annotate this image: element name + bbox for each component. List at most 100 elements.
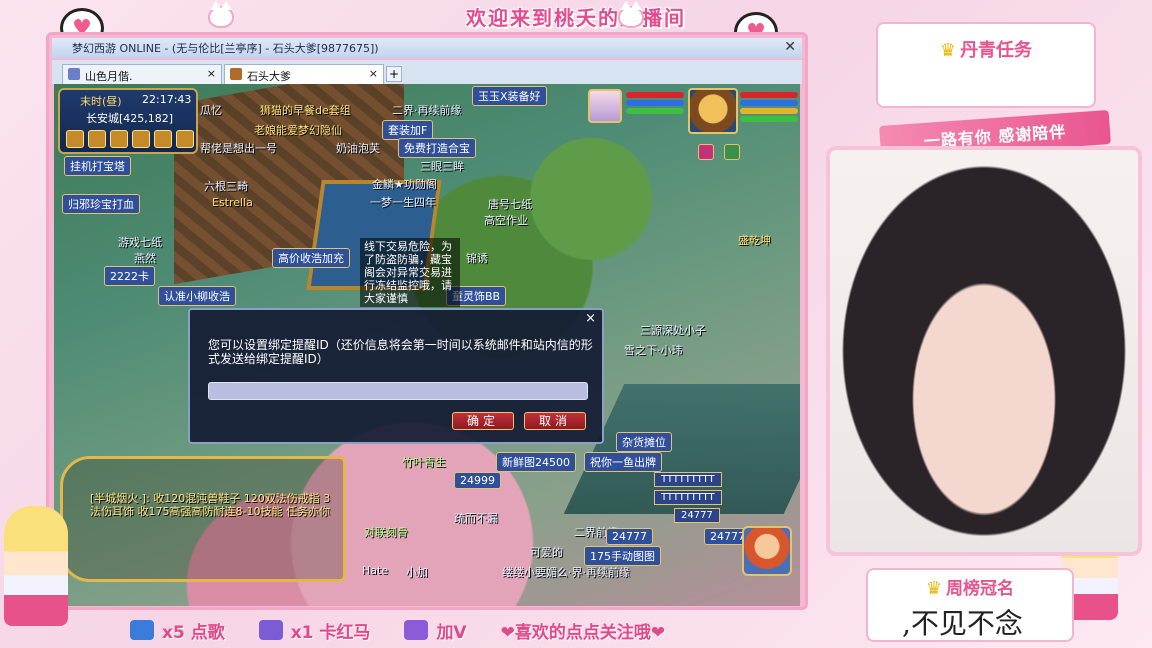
stall-sign[interactable]: 175手动图图 xyxy=(584,546,661,566)
hp-bar xyxy=(740,92,798,98)
stall-sign[interactable]: 高价收浩加充 xyxy=(272,248,350,268)
stall-sign[interactable]: 新鲜图24500 xyxy=(496,452,576,472)
stall-sign[interactable]: 杂货摊位 xyxy=(616,432,672,452)
player-label[interactable]: 唐号七纸 xyxy=(488,196,532,212)
player-label[interactable]: 疏而不漏 xyxy=(454,510,498,526)
player-label[interactable]: 雪之下·小玮 xyxy=(624,342,683,358)
stall-sign[interactable]: 挂机打宝塔 xyxy=(64,156,131,176)
task-box: ♛ 丹青任务 xyxy=(876,22,1096,108)
player-label[interactable]: 对联刻骨 xyxy=(364,524,408,540)
player-label[interactable]: 高空作业 xyxy=(484,212,528,228)
player-label[interactable]: Hate xyxy=(362,564,388,577)
npc-portrait[interactable] xyxy=(742,526,792,576)
cancel-button[interactable]: 取消 xyxy=(524,412,586,430)
player-label[interactable]: 三源深处小子 xyxy=(640,322,706,338)
buff-icon[interactable] xyxy=(724,144,740,160)
bag-icon[interactable] xyxy=(88,130,106,148)
gift-icon[interactable] xyxy=(176,130,194,148)
cat-deco-icon xyxy=(618,1,644,28)
player-label[interactable]: 缕缕小要媚么·界·再续前缘 xyxy=(502,564,630,580)
rank-title-text: 周榜冠名 xyxy=(946,579,1015,599)
player-label[interactable]: 竹叶青生 xyxy=(402,454,446,470)
stall-sign[interactable]: 认准小柳收浩 xyxy=(158,286,236,306)
stall-sign[interactable]: 24777 xyxy=(674,508,720,523)
player-label[interactable]: 瓜忆 xyxy=(200,102,222,118)
stall-sign[interactable]: 免费打造合宝 xyxy=(398,138,476,158)
stall-sign[interactable]: 24777 xyxy=(606,528,653,545)
player-label[interactable]: 小加 xyxy=(406,564,428,580)
player-label[interactable]: 帮佬是想出一号 xyxy=(200,140,277,156)
tab-label: 山色月偕. xyxy=(85,70,133,83)
pet-avatar[interactable] xyxy=(588,89,622,123)
player-label[interactable]: 锦诱 xyxy=(466,250,488,266)
player-label[interactable]: 奶油泡芙 xyxy=(336,140,380,156)
mail-icon[interactable] xyxy=(110,130,128,148)
tab-avatar-icon xyxy=(230,68,242,80)
stall-sign[interactable]: 2222卡 xyxy=(104,266,155,286)
add-tab-button[interactable]: + xyxy=(386,66,402,82)
tab-close-icon[interactable]: × xyxy=(369,67,378,80)
buff-icon[interactable] xyxy=(698,144,714,160)
reminder-id-input[interactable] xyxy=(208,382,588,400)
follow-label: ❤喜欢的点点关注哦❤ xyxy=(500,622,666,643)
minimap-panel[interactable]: 末时(昼) 22:17:43 长安城[425,182] xyxy=(58,88,198,154)
rocket-icon xyxy=(258,620,283,640)
minimap-toolbar xyxy=(66,130,194,148)
card-label: x1 卡红马 xyxy=(290,622,371,643)
follow-item: ❤喜欢的点点关注哦❤ xyxy=(501,618,666,643)
crown-icon: ♛ xyxy=(925,578,943,599)
streamer-camera xyxy=(826,146,1142,556)
stall-sign[interactable]: TTTTTTTTT xyxy=(654,472,722,487)
window-close-icon[interactable]: ✕ xyxy=(784,39,796,55)
dialog-message: 您可以设置绑定提醒ID（还价信息将会第一时间以系统邮件和站内信的形式发送给绑定提… xyxy=(208,338,593,366)
anger-bar xyxy=(740,108,798,114)
player-label[interactable]: 金鳞★功勋阁 xyxy=(372,176,437,192)
card-item: x1 卡红马 xyxy=(258,618,371,643)
player-label[interactable]: 二界·再续前缘 xyxy=(392,102,462,118)
bind-reminder-dialog: × 您可以设置绑定提醒ID（还价信息将会第一时间以系统邮件和站内信的形式发送给绑… xyxy=(188,308,604,444)
crown-icon: ♛ xyxy=(939,40,957,61)
player-label[interactable]: 游戏七纸 xyxy=(118,234,162,250)
tab-bar: 山色月偕. × 石头大爹 × + xyxy=(52,60,802,84)
pet-status-bars xyxy=(626,92,684,114)
stall-sign[interactable]: 玉玉X装备好 xyxy=(472,86,547,106)
player-label[interactable]: 可爱的 xyxy=(530,544,563,560)
stall-sign[interactable]: 套装加F xyxy=(382,120,434,140)
chat-message: [半城烟火·]: 收120混沌兽鞋子 120双法伤戒指 3法伤耳饰 收175高强… xyxy=(90,492,331,518)
player-label[interactable]: 狮猫的早餐de套组 xyxy=(260,102,351,118)
tab-shitou[interactable]: 石头大爹 × xyxy=(224,64,384,84)
player-label[interactable]: 燕然 xyxy=(134,250,156,266)
stall-sign[interactable]: 24999 xyxy=(454,472,501,489)
tab-close-icon[interactable]: × xyxy=(207,67,216,80)
map-icon[interactable] xyxy=(66,130,84,148)
fish-icon xyxy=(404,620,429,640)
tab-label: 石头大爹 xyxy=(247,70,291,83)
trade-warning-text: 线下交易危险，为了防盗防骗，藏宝阁会对异常交易进行冻结监控哦，请大家谨慎 xyxy=(360,238,460,307)
dialog-close-icon[interactable]: × xyxy=(585,311,596,326)
player-label[interactable]: 老娘能爱梦幻隐仙 xyxy=(254,122,342,138)
rank-name: ,不见不念 xyxy=(902,607,1023,640)
chest-icon[interactable] xyxy=(132,130,150,148)
player-avatar[interactable] xyxy=(688,88,738,134)
mp-bar xyxy=(740,100,798,106)
tab-avatar-icon xyxy=(68,68,80,80)
song-request-item: x5 点歌 xyxy=(130,618,225,643)
player-label[interactable]: 盛乾坤 xyxy=(738,232,771,248)
task-title-text: 丹青任务 xyxy=(960,40,1033,61)
stall-sign[interactable]: TTTTTTTTT xyxy=(654,490,722,505)
player-label[interactable]: 三眼三眸 xyxy=(420,158,464,174)
weekly-rank-box: ♛ 周榜冠名 ,不见不念 xyxy=(866,568,1074,642)
tab-shanse[interactable]: 山色月偕. × xyxy=(62,64,222,84)
player-label[interactable]: Estrella xyxy=(212,196,253,209)
cat-deco-icon xyxy=(208,1,234,28)
confirm-button[interactable]: 确定 xyxy=(452,412,514,430)
hp-bar xyxy=(626,92,684,98)
player-label[interactable]: 一梦一生四年 xyxy=(370,194,436,210)
map-location[interactable]: 长安城[425,182] xyxy=(86,110,173,126)
banner-title: 欢迎来到桃夭的直播间 xyxy=(466,5,686,30)
calendar-icon[interactable] xyxy=(154,130,172,148)
window-title: 梦幻西游 ONLINE - (无与伦比[兰亭序] - 石头大爹[9877675]… xyxy=(72,42,379,55)
stall-sign[interactable]: 祝你一鱼出牌 xyxy=(584,452,662,472)
player-label[interactable]: 六根三畸 xyxy=(204,178,248,194)
stall-sign[interactable]: 归邪珍宝打血 xyxy=(62,194,140,214)
